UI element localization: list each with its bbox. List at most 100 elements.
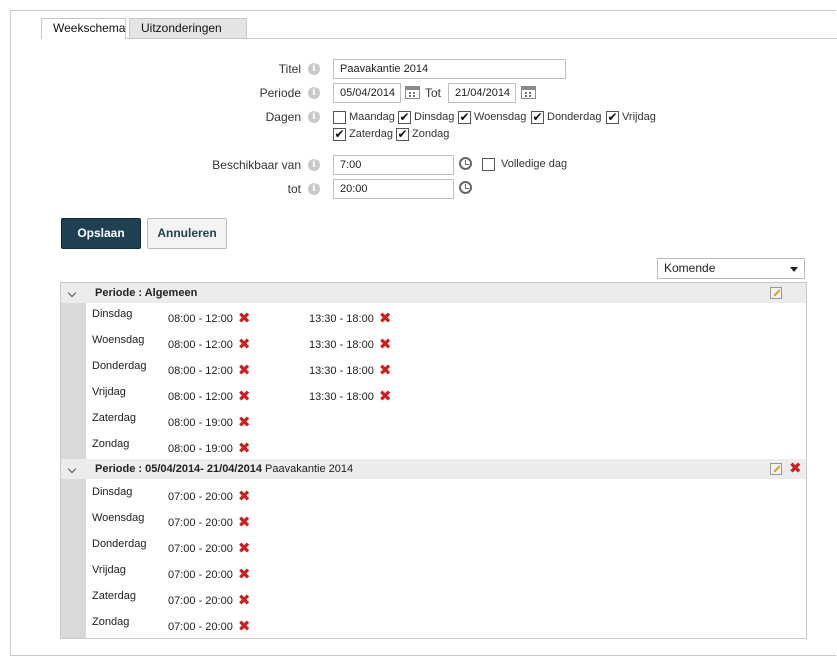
- schedule-row: Dinsdag 07:00 - 20:00 ✖: [61, 481, 806, 507]
- time-slot: 07:00 - 20:00 ✖: [168, 567, 251, 582]
- period-filter-select[interactable]: Komende: [657, 258, 805, 279]
- delete-slot-icon[interactable]: ✖: [238, 541, 251, 556]
- time-slot-text: 07:00 - 20:00: [168, 595, 233, 607]
- time-slot: 13:30 - 18:00 ✖: [309, 363, 392, 378]
- day-name: Vrijdag: [92, 564, 126, 576]
- edit-period-icon[interactable]: [770, 463, 782, 475]
- edit-period-icon[interactable]: [770, 287, 782, 299]
- volledige-dag-label: Volledige dag: [501, 158, 568, 170]
- beschikbaar-info-icon[interactable]: i: [308, 159, 320, 171]
- day-name: Donderdag: [92, 360, 147, 372]
- period-header-paavakantie[interactable]: Periode : 05/04/2014- 21/04/2014 Paavaka…: [61, 459, 806, 479]
- day-checkbox-vrijdag[interactable]: ✔: [606, 111, 619, 124]
- delete-slot-icon[interactable]: ✖: [238, 619, 251, 634]
- time-slot: 07:00 - 20:00 ✖: [168, 515, 251, 530]
- tot-time-input[interactable]: 20:00: [333, 179, 454, 199]
- volledige-dag-checkbox[interactable]: [482, 158, 495, 171]
- schedule-row: Dinsdag 08:00 - 12:00 ✖ 13:30 - 18:00 ✖: [61, 303, 806, 329]
- delete-slot-icon[interactable]: ✖: [238, 567, 251, 582]
- period-range: Periode : 05/04/2014- 21/04/2014: [95, 463, 262, 475]
- time-slot: 13:30 - 18:00 ✖: [309, 337, 392, 352]
- time-slot-text: 07:00 - 20:00: [168, 621, 233, 633]
- delete-slot-icon[interactable]: ✖: [238, 311, 251, 326]
- collapse-chevron-icon[interactable]: [67, 464, 77, 474]
- period-name: Paavakantie 2014: [265, 463, 354, 475]
- tab-uitzonderingen[interactable]: Uitzonderingen: [129, 18, 247, 38]
- day-checkbox-zaterdag[interactable]: ✔: [333, 128, 346, 141]
- periode-to-calendar-icon[interactable]: [521, 86, 536, 99]
- collapse-chevron-icon[interactable]: [67, 288, 77, 298]
- time-slot: 07:00 - 20:00 ✖: [168, 541, 251, 556]
- delete-slot-icon[interactable]: ✖: [238, 337, 251, 352]
- tab-bar: Weekschema Uitzonderingen: [11, 11, 837, 39]
- day-name: Zondag: [92, 616, 130, 628]
- time-slot-text: 13:30 - 18:00: [309, 339, 374, 351]
- titel-input[interactable]: Paavakantie 2014: [333, 59, 566, 79]
- time-slot: 07:00 - 20:00 ✖: [168, 593, 251, 608]
- cancel-button[interactable]: Annuleren: [147, 218, 227, 249]
- time-slot-text: 08:00 - 19:00: [168, 443, 233, 455]
- time-slot-text: 07:00 - 20:00: [168, 543, 233, 555]
- tab-weekschema[interactable]: Weekschema: [41, 18, 126, 39]
- tab-divider: [41, 38, 837, 39]
- periode-label: Periode: [259, 86, 301, 100]
- day-checkbox-maandag[interactable]: [333, 111, 346, 124]
- time-slot-text: 08:00 - 12:00: [168, 339, 233, 351]
- titel-label: Titel: [278, 62, 301, 76]
- period-header-algemeen[interactable]: Periode : Algemeen: [61, 283, 806, 303]
- day-label-zaterdag: Zaterdag: [349, 128, 394, 140]
- day-name: Dinsdag: [92, 486, 133, 498]
- tot-info-icon[interactable]: i: [308, 183, 320, 195]
- van-time-input[interactable]: 7:00: [333, 155, 454, 175]
- delete-slot-icon[interactable]: ✖: [238, 415, 251, 430]
- schedule-row: Zaterdag 07:00 - 20:00 ✖: [61, 585, 806, 611]
- delete-slot-icon[interactable]: ✖: [238, 593, 251, 608]
- delete-slot-icon[interactable]: ✖: [379, 337, 392, 352]
- delete-slot-icon[interactable]: ✖: [238, 389, 251, 404]
- time-slot: 08:00 - 12:00 ✖: [168, 311, 251, 326]
- save-button[interactable]: Opslaan: [61, 218, 141, 249]
- periode-from-input[interactable]: 05/04/2014: [333, 83, 401, 103]
- titel-info-icon[interactable]: i: [308, 63, 320, 75]
- delete-slot-icon[interactable]: ✖: [379, 389, 392, 404]
- tot-alarm-clock-icon[interactable]: [459, 181, 472, 194]
- period-title: Periode : 05/04/2014- 21/04/2014 Paavaka…: [95, 463, 353, 475]
- day-name: Zaterdag: [92, 590, 137, 602]
- delete-slot-icon[interactable]: ✖: [379, 311, 392, 326]
- day-checkbox-donderdag[interactable]: ✔: [531, 111, 544, 124]
- time-slot-text: 13:30 - 18:00: [309, 391, 374, 403]
- periode-info-icon[interactable]: i: [308, 87, 320, 99]
- periode-from-calendar-icon[interactable]: [405, 86, 420, 99]
- time-slot: 08:00 - 19:00 ✖: [168, 415, 251, 430]
- day-label-woensdag: Woensdag: [474, 111, 527, 123]
- period-range: Periode : Algemeen: [95, 287, 198, 299]
- time-slot-text: 08:00 - 19:00: [168, 417, 233, 429]
- time-slot: 13:30 - 18:00 ✖: [309, 389, 392, 404]
- day-checkbox-dinsdag[interactable]: ✔: [398, 111, 411, 124]
- day-checkbox-woensdag[interactable]: ✔: [458, 111, 471, 124]
- day-label-donderdag: Donderdag: [547, 111, 602, 123]
- schedule-row: Zondag 07:00 - 20:00 ✖: [61, 611, 806, 637]
- beschikbaar-van-label: Beschikbaar van: [212, 158, 301, 172]
- delete-slot-icon[interactable]: ✖: [379, 363, 392, 378]
- time-slot-text: 13:30 - 18:00: [309, 365, 374, 377]
- schedule-row: Vrijdag 08:00 - 12:00 ✖ 13:30 - 18:00 ✖: [61, 381, 806, 407]
- time-slot: 07:00 - 20:00 ✖: [168, 489, 251, 504]
- delete-slot-icon[interactable]: ✖: [238, 489, 251, 504]
- periode-to-input[interactable]: 21/04/2014: [448, 83, 516, 103]
- day-label-dinsdag: Dinsdag: [414, 111, 455, 123]
- time-slot-text: 07:00 - 20:00: [168, 569, 233, 581]
- delete-period-icon[interactable]: ✖: [789, 461, 802, 476]
- dagen-label: Dagen: [265, 110, 301, 124]
- day-checkbox-zondag[interactable]: ✔: [396, 128, 409, 141]
- dagen-info-icon[interactable]: i: [308, 111, 320, 123]
- delete-slot-icon[interactable]: ✖: [238, 441, 251, 456]
- van-alarm-clock-icon[interactable]: [459, 157, 472, 170]
- time-slot-text: 08:00 - 12:00: [168, 391, 233, 403]
- delete-slot-icon[interactable]: ✖: [238, 515, 251, 530]
- delete-slot-icon[interactable]: ✖: [238, 363, 251, 378]
- period-filter-value: Komende: [664, 261, 716, 275]
- time-slot-text: 07:00 - 20:00: [168, 517, 233, 529]
- schedule-row: Zondag 08:00 - 19:00 ✖: [61, 433, 806, 459]
- time-slot-text: 07:00 - 20:00: [168, 491, 233, 503]
